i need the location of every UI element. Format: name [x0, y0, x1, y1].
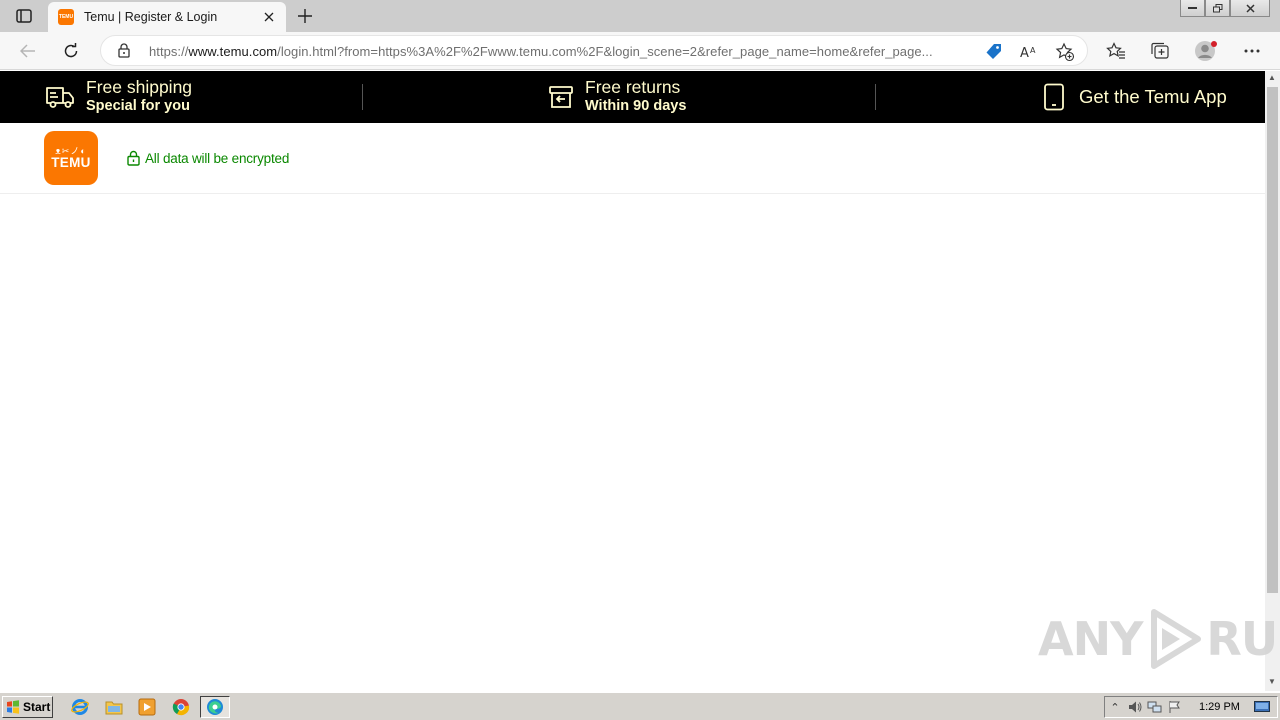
- temu-favicon-icon: TEMU: [58, 9, 74, 25]
- tab-close-button[interactable]: [260, 8, 278, 26]
- windows-flag-icon: [7, 700, 19, 714]
- tab-title: Temu | Register & Login: [84, 10, 218, 24]
- tab-actions-button[interactable]: [8, 4, 40, 28]
- close-window-button[interactable]: [1230, 0, 1270, 17]
- page-content: Free shipping Special for you Free retur…: [0, 71, 1265, 691]
- media-player-icon[interactable]: [136, 697, 158, 717]
- chrome-icon[interactable]: [170, 697, 192, 717]
- browser-tab-temu[interactable]: TEMU Temu | Register & Login: [48, 2, 286, 32]
- return-box-icon: [549, 86, 573, 108]
- address-bar[interactable]: https://www.temu.com/login.html?from=htt…: [100, 35, 1088, 66]
- new-tab-button[interactable]: [293, 5, 317, 27]
- free-shipping-promo[interactable]: Free shipping Special for you: [45, 71, 192, 123]
- encryption-text: All data will be encrypted: [145, 150, 290, 166]
- scroll-down-icon[interactable]: ▼: [1268, 677, 1276, 686]
- phone-icon: [1044, 83, 1064, 111]
- svg-text:A: A: [1020, 46, 1029, 60]
- minimize-button[interactable]: [1180, 0, 1205, 17]
- browser-tab-strip: TEMU Temu | Register & Login: [0, 0, 1280, 32]
- more-icon[interactable]: [1239, 39, 1265, 63]
- promo-divider: [875, 84, 876, 110]
- promo-subtitle: Special for you: [86, 98, 190, 114]
- restore-button[interactable]: [1205, 0, 1230, 17]
- promo-title: Free returns: [585, 77, 681, 97]
- get-app-label: Get the Temu App: [1079, 86, 1227, 107]
- logo-word: TEMU: [51, 155, 91, 170]
- anyrun-watermark: ANY RUN: [1038, 608, 1280, 670]
- play-icon: [1151, 609, 1202, 669]
- tag-icon[interactable]: [983, 41, 1005, 63]
- show-desktop-icon[interactable]: [1252, 698, 1272, 716]
- read-aloud-icon[interactable]: A A: [1019, 41, 1041, 63]
- plus-icon: [298, 9, 312, 23]
- collections-icon[interactable]: [1147, 39, 1173, 63]
- action-center-flag-icon[interactable]: [1165, 698, 1185, 716]
- promo-divider: [362, 84, 363, 110]
- vertical-scrollbar[interactable]: ▲ ▼: [1265, 71, 1280, 691]
- close-icon: [264, 12, 274, 22]
- add-favorite-icon[interactable]: [1054, 41, 1076, 63]
- page-header: ᴥ✂ノ◐ TEMU All data will be encrypted: [0, 123, 1265, 194]
- restore-icon: [1212, 3, 1222, 12]
- volume-icon[interactable]: [1125, 698, 1145, 716]
- watermark-right: RUN: [1206, 612, 1280, 666]
- free-returns-promo[interactable]: Free returns Within 90 days: [548, 71, 686, 123]
- tab-actions-icon: [16, 9, 32, 23]
- taskbar: Start ⌃ 1:29 PM: [0, 692, 1280, 720]
- edge-taskbar-button[interactable]: [200, 696, 230, 718]
- watermark-left: ANY: [1038, 612, 1143, 666]
- lock-icon: [127, 150, 140, 166]
- promo-subtitle: Within 90 days: [585, 98, 687, 114]
- svg-text:A: A: [1030, 46, 1036, 55]
- network-icon[interactable]: [1145, 698, 1165, 716]
- system-tray: ⌃ 1:29 PM: [1104, 696, 1278, 718]
- browser-toolbar: https://www.temu.com/login.html?from=htt…: [0, 32, 1280, 70]
- scroll-thumb[interactable]: [1267, 87, 1278, 593]
- url-text[interactable]: https://www.temu.com/login.html?from=htt…: [149, 44, 977, 59]
- back-icon: [20, 44, 35, 58]
- back-button[interactable]: [13, 36, 43, 66]
- truck-icon: [46, 87, 74, 108]
- temu-logo[interactable]: ᴥ✂ノ◐ TEMU: [44, 131, 98, 185]
- file-explorer-icon[interactable]: [103, 697, 125, 717]
- start-label: Start: [23, 700, 51, 714]
- show-hidden-icons-icon[interactable]: ⌃: [1105, 698, 1125, 716]
- encryption-notice: All data will be encrypted: [127, 150, 289, 166]
- profile-icon[interactable]: [1193, 39, 1219, 63]
- internet-explorer-icon[interactable]: [69, 697, 91, 717]
- start-button[interactable]: Start: [2, 696, 53, 718]
- get-app-promo[interactable]: Get the Temu App: [1043, 71, 1227, 123]
- promo-banner: Free shipping Special for you Free retur…: [0, 71, 1265, 123]
- lock-icon[interactable]: [118, 43, 130, 63]
- refresh-button[interactable]: [56, 36, 86, 66]
- refresh-icon: [64, 43, 78, 58]
- promo-title: Free shipping: [86, 77, 193, 97]
- clock[interactable]: 1:29 PM: [1199, 701, 1240, 713]
- scroll-up-icon[interactable]: ▲: [1268, 73, 1276, 82]
- minimize-icon: [1188, 7, 1197, 9]
- favorites-icon[interactable]: [1103, 39, 1129, 63]
- close-window-icon: [1245, 3, 1255, 13]
- window-controls: [1180, 0, 1270, 18]
- edge-icon: [207, 699, 223, 715]
